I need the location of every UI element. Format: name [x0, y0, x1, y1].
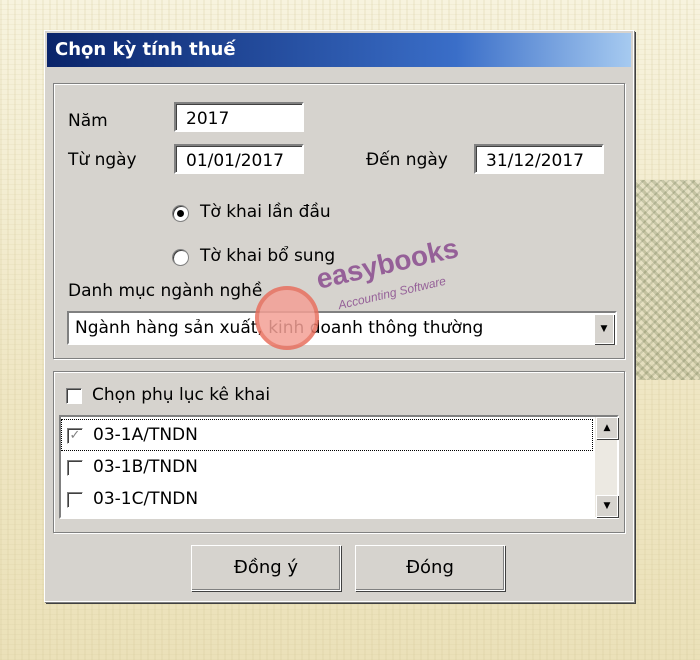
scroll-down-icon[interactable]: ▼ — [596, 495, 618, 517]
appendix-item-label: 03-1A/TNDN — [93, 425, 198, 445]
chevron-down-icon[interactable]: ▼ — [594, 314, 614, 344]
select-all-appendix-label[interactable]: Chọn phụ lục kê khai — [92, 385, 270, 405]
list-item[interactable]: ✓ 03-1A/TNDN — [61, 419, 593, 451]
ok-button[interactable]: Đồng ý — [191, 545, 341, 591]
close-button[interactable]: Đóng — [355, 545, 505, 591]
dialog-title: Chọn kỳ tính thuế — [47, 33, 631, 67]
list-item[interactable]: 03-1B/TNDN — [61, 451, 593, 483]
to-date-label: Đến ngày — [366, 150, 448, 170]
industry-label: Danh mục ngành nghề — [68, 281, 263, 301]
first-declaration-label[interactable]: Tờ khai lần đầu — [200, 202, 331, 222]
industry-select[interactable]: Ngành hàng sản xuất, kinh doanh thông th… — [67, 311, 617, 345]
appendix-list: ✓ 03-1A/TNDN 03-1B/TNDN 03-1C/TNDN ▲ ▼ — [59, 415, 619, 519]
from-date-input[interactable]: 01/01/2017 — [174, 144, 304, 174]
appendix-checkbox[interactable]: ✓ — [67, 428, 83, 444]
list-scrollbar[interactable]: ▲ ▼ — [595, 417, 618, 517]
year-label: Năm — [68, 111, 108, 131]
from-date-label: Từ ngày — [68, 150, 137, 170]
radio-first-declaration[interactable] — [172, 205, 189, 222]
supplementary-declaration-label[interactable]: Tờ khai bổ sung — [200, 246, 335, 266]
appendix-checkbox[interactable] — [67, 492, 83, 508]
list-item[interactable]: 03-1C/TNDN — [61, 483, 593, 515]
scroll-up-icon[interactable]: ▲ — [596, 417, 618, 439]
radio-supplementary-declaration[interactable] — [172, 249, 189, 266]
appendix-item-label: 03-1B/TNDN — [93, 457, 198, 477]
select-all-appendix-checkbox[interactable] — [66, 388, 82, 404]
year-input[interactable]: 2017 — [174, 102, 304, 132]
appendix-checkbox[interactable] — [67, 460, 83, 476]
appendix-item-label: 03-1C/TNDN — [93, 489, 199, 509]
radio-dot-icon — [177, 210, 184, 217]
to-date-input[interactable]: 31/12/2017 — [474, 144, 604, 174]
background-pattern — [632, 180, 700, 380]
tax-period-dialog: Chọn kỳ tính thuế Năm 2017 Từ ngày 01/01… — [44, 30, 634, 602]
industry-selected-value: Ngành hàng sản xuất, kinh doanh thông th… — [75, 318, 484, 338]
